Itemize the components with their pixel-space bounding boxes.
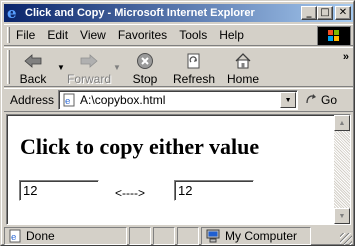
menu-edit[interactable]: Edit [41, 28, 74, 42]
address-bar: Address e A:\copybox.html ▼ Go [4, 88, 353, 112]
minimize-button[interactable]: _ [301, 6, 317, 20]
resize-grip[interactable] [340, 233, 352, 245]
window-title: Click and Copy - Microsoft Internet Expl… [25, 7, 255, 19]
page-content: Click to copy either value <----> ▲ ▼ [6, 114, 351, 225]
go-arrow-icon [304, 92, 318, 109]
refresh-label: Refresh [172, 72, 216, 86]
back-dropdown-icon[interactable]: ▼ [56, 48, 66, 86]
vertical-scrollbar[interactable]: ▲ ▼ [334, 115, 350, 224]
address-label: Address [10, 93, 55, 107]
forward-arrow-icon [78, 51, 100, 71]
menu-bar: File Edit View Favorites Tools Help [4, 24, 353, 46]
stop-icon [134, 51, 156, 71]
page-heading: Click to copy either value [20, 134, 260, 159]
windows-logo-icon [317, 26, 351, 46]
value-field-right[interactable] [174, 180, 254, 201]
refresh-button[interactable]: Refresh [168, 48, 220, 86]
back-arrow-icon [22, 51, 44, 71]
forward-button[interactable]: Forward [66, 48, 112, 86]
scroll-up-button[interactable]: ▲ [334, 115, 350, 131]
page-icon: e [62, 93, 76, 107]
back-button[interactable]: Back [10, 48, 56, 86]
scroll-down-button[interactable]: ▼ [334, 208, 350, 224]
address-url: A:\copybox.html [80, 93, 166, 107]
go-label: Go [321, 93, 338, 107]
back-label: Back [19, 72, 47, 86]
status-panel-2 [153, 227, 175, 245]
menu-help[interactable]: Help [213, 28, 250, 42]
home-button[interactable]: Home [220, 48, 266, 86]
close-button[interactable]: ✕ [335, 6, 351, 20]
menu-favorites[interactable]: Favorites [112, 28, 173, 42]
svg-text:e: e [11, 233, 16, 243]
address-input[interactable]: e A:\copybox.html ▼ [58, 90, 299, 110]
title-bar[interactable]: e Click and Copy - Microsoft Internet Ex… [4, 4, 353, 22]
page-viewport: Click to copy either value <----> [7, 115, 334, 224]
status-panel-3 [177, 227, 199, 245]
forward-label: Forward [66, 72, 111, 86]
window-controls: _ □ ✕ [301, 6, 351, 20]
home-label: Home [226, 72, 259, 86]
ie-logo-icon: e [7, 4, 17, 22]
status-bar: e Done My Computer [4, 226, 353, 246]
status-zone-panel: My Computer [201, 227, 311, 245]
toolbar-overflow-chevron-icon[interactable]: » [343, 51, 349, 63]
home-icon [232, 51, 254, 71]
computer-icon [206, 229, 220, 243]
stop-button[interactable]: Stop [122, 48, 168, 86]
go-button[interactable]: Go [304, 92, 337, 109]
page-done-icon: e [9, 229, 21, 243]
status-zone-text: My Computer [225, 229, 298, 243]
refresh-icon [183, 51, 205, 71]
menu-tools[interactable]: Tools [173, 28, 213, 42]
status-text: Done [26, 229, 55, 243]
status-panel-1 [129, 227, 151, 245]
maximize-button[interactable]: □ [317, 6, 333, 20]
stop-label: Stop [132, 72, 158, 86]
status-panel-main: e Done [4, 227, 127, 245]
arrow-text: <----> [115, 186, 145, 200]
value-field-left[interactable] [19, 180, 99, 201]
window-frame: e Click and Copy - Microsoft Internet Ex… [1, 1, 354, 245]
menu-view[interactable]: View [74, 28, 112, 42]
address-dropdown-icon[interactable]: ▼ [280, 92, 297, 108]
browser-window: e Click and Copy - Microsoft Internet Ex… [0, 0, 355, 246]
menu-file[interactable]: File [10, 28, 41, 42]
forward-dropdown-icon[interactable]: ▼ [112, 48, 122, 86]
standard-toolbar: Back ▼ Forward ▼ Stop Refresh Home » [4, 47, 353, 87]
svg-text:e: e [65, 97, 70, 107]
